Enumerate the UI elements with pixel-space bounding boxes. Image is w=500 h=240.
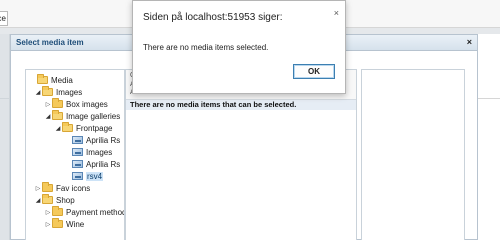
tree-item-label: rsv4 bbox=[86, 171, 104, 181]
media-items-panel: O Al Al There are no media items that ca… bbox=[125, 69, 357, 240]
tree-item-label: Images bbox=[56, 87, 83, 97]
image-file-icon bbox=[72, 148, 83, 156]
tree-item-label: Aprilia Rs bbox=[86, 135, 121, 145]
tree-item-wine[interactable]: ▷ Wine bbox=[44, 218, 84, 230]
collapsed-arrow-icon[interactable]: ▷ bbox=[44, 209, 52, 216]
folder-icon bbox=[52, 218, 63, 228]
collapsed-arrow-icon[interactable]: ▷ bbox=[44, 221, 52, 228]
image-file-icon bbox=[72, 172, 83, 180]
tree-item-label: Wine bbox=[66, 219, 85, 229]
collapsed-arrow-icon[interactable]: ▷ bbox=[44, 101, 52, 108]
folder-icon bbox=[42, 182, 53, 192]
ok-button[interactable]: OK bbox=[293, 64, 335, 79]
expanded-arrow-icon[interactable]: ◢ bbox=[54, 125, 62, 132]
tree-item-aprilia-rs-2[interactable]: Aprilia Rs bbox=[72, 158, 120, 170]
tree-item-aprilia-rs[interactable]: Aprilia Rs bbox=[72, 134, 120, 146]
expanded-arrow-icon[interactable]: ◢ bbox=[34, 89, 42, 96]
alert-close-icon[interactable]: × bbox=[334, 8, 339, 18]
page-button[interactable]: ce bbox=[0, 11, 8, 26]
tree-item-label: Box images bbox=[66, 99, 108, 109]
tree-item-label: Fav icons bbox=[56, 183, 91, 193]
tree-item-label: Payment method bbox=[66, 207, 125, 217]
media-preview-panel bbox=[361, 69, 465, 240]
alert-title: Siden på localhost:51953 siger: bbox=[143, 12, 283, 23]
page-button-label: ce bbox=[0, 14, 6, 23]
page-left-column bbox=[0, 34, 10, 240]
folder-open-icon bbox=[42, 194, 53, 204]
folder-icon bbox=[52, 206, 63, 216]
tree-item-images[interactable]: ◢ Images bbox=[34, 86, 82, 98]
dialog-close-icon[interactable]: × bbox=[467, 37, 472, 47]
tree-item-images-file[interactable]: Images bbox=[72, 146, 112, 158]
tree-item-payment-method[interactable]: ▷ Payment method bbox=[44, 206, 125, 218]
tree-item-label: Shop bbox=[56, 195, 75, 205]
empty-message: There are no media items that can be sel… bbox=[126, 100, 356, 110]
tree-item-frontpage[interactable]: ◢ Frontpage bbox=[54, 122, 112, 134]
folder-open-icon bbox=[62, 122, 73, 132]
tree-item-fav-icons[interactable]: ▷ Fav icons bbox=[34, 182, 90, 194]
collapsed-arrow-icon[interactable]: ▷ bbox=[34, 185, 42, 192]
tree-item-shop[interactable]: ◢ Shop bbox=[34, 194, 75, 206]
expanded-arrow-icon[interactable]: ◢ bbox=[44, 113, 52, 120]
expanded-arrow-icon[interactable]: ◢ bbox=[34, 197, 42, 204]
tree-item-label: Image galleries bbox=[66, 111, 121, 121]
tree-item-label: Frontpage bbox=[76, 123, 113, 133]
tree-item-label: Images bbox=[86, 147, 113, 157]
divider bbox=[478, 98, 500, 99]
divider bbox=[0, 98, 10, 99]
folder-open-icon bbox=[52, 110, 63, 120]
tree-item-label: Aprilia Rs bbox=[86, 159, 121, 169]
dialog-title: Select media item bbox=[16, 38, 84, 47]
image-file-icon bbox=[72, 160, 83, 168]
tree-item-image-galleries[interactable]: ◢ Image galleries bbox=[44, 110, 120, 122]
folder-icon bbox=[52, 98, 63, 108]
tree-item-box-images[interactable]: ▷ Box images bbox=[44, 98, 108, 110]
alert-dialog: Siden på localhost:51953 siger: × There … bbox=[132, 0, 346, 94]
image-file-icon bbox=[72, 136, 83, 144]
folder-open-icon bbox=[42, 86, 53, 96]
media-tree: Media ◢ Images ▷ Box images ◢ Image gall… bbox=[25, 69, 125, 240]
folder-open-icon bbox=[37, 74, 48, 84]
tree-item-label: Media bbox=[51, 75, 73, 85]
alert-message: There are no media items selected. bbox=[143, 43, 269, 52]
page-right-column bbox=[478, 34, 500, 240]
tree-item-media[interactable]: Media bbox=[29, 74, 73, 86]
tree-item-rsv4[interactable]: rsv4 bbox=[72, 170, 104, 182]
